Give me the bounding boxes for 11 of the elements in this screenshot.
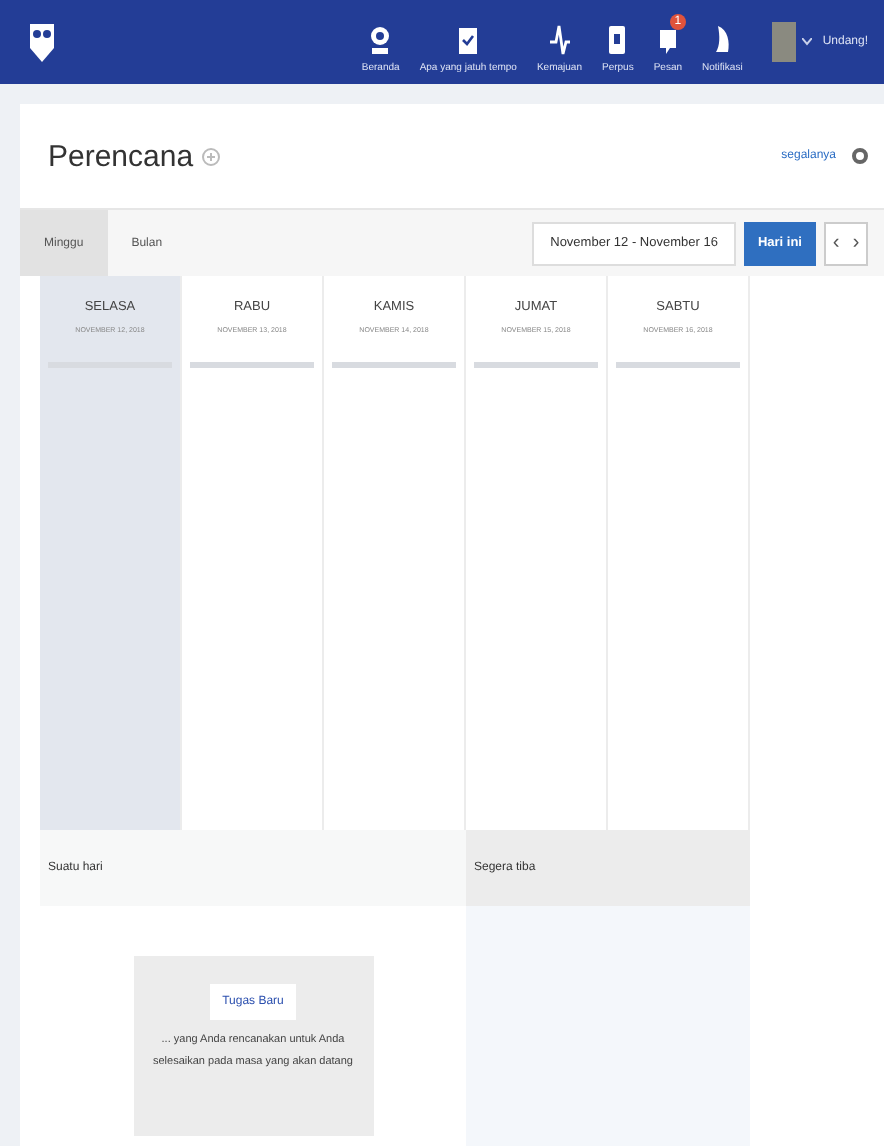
pulse-icon: [549, 23, 570, 55]
day-divider-bar: [616, 362, 740, 368]
day-divider-bar: [190, 362, 314, 368]
phone-icon: [608, 23, 627, 55]
user-avatar[interactable]: [772, 22, 797, 62]
caret-icon[interactable]: [802, 38, 813, 46]
day-divider-bar: [332, 362, 456, 368]
day-divider-bar: [474, 362, 598, 368]
clipboard-icon: [458, 23, 479, 55]
planner-title: Perencana: [48, 139, 194, 173]
webcam-icon: [370, 23, 391, 55]
